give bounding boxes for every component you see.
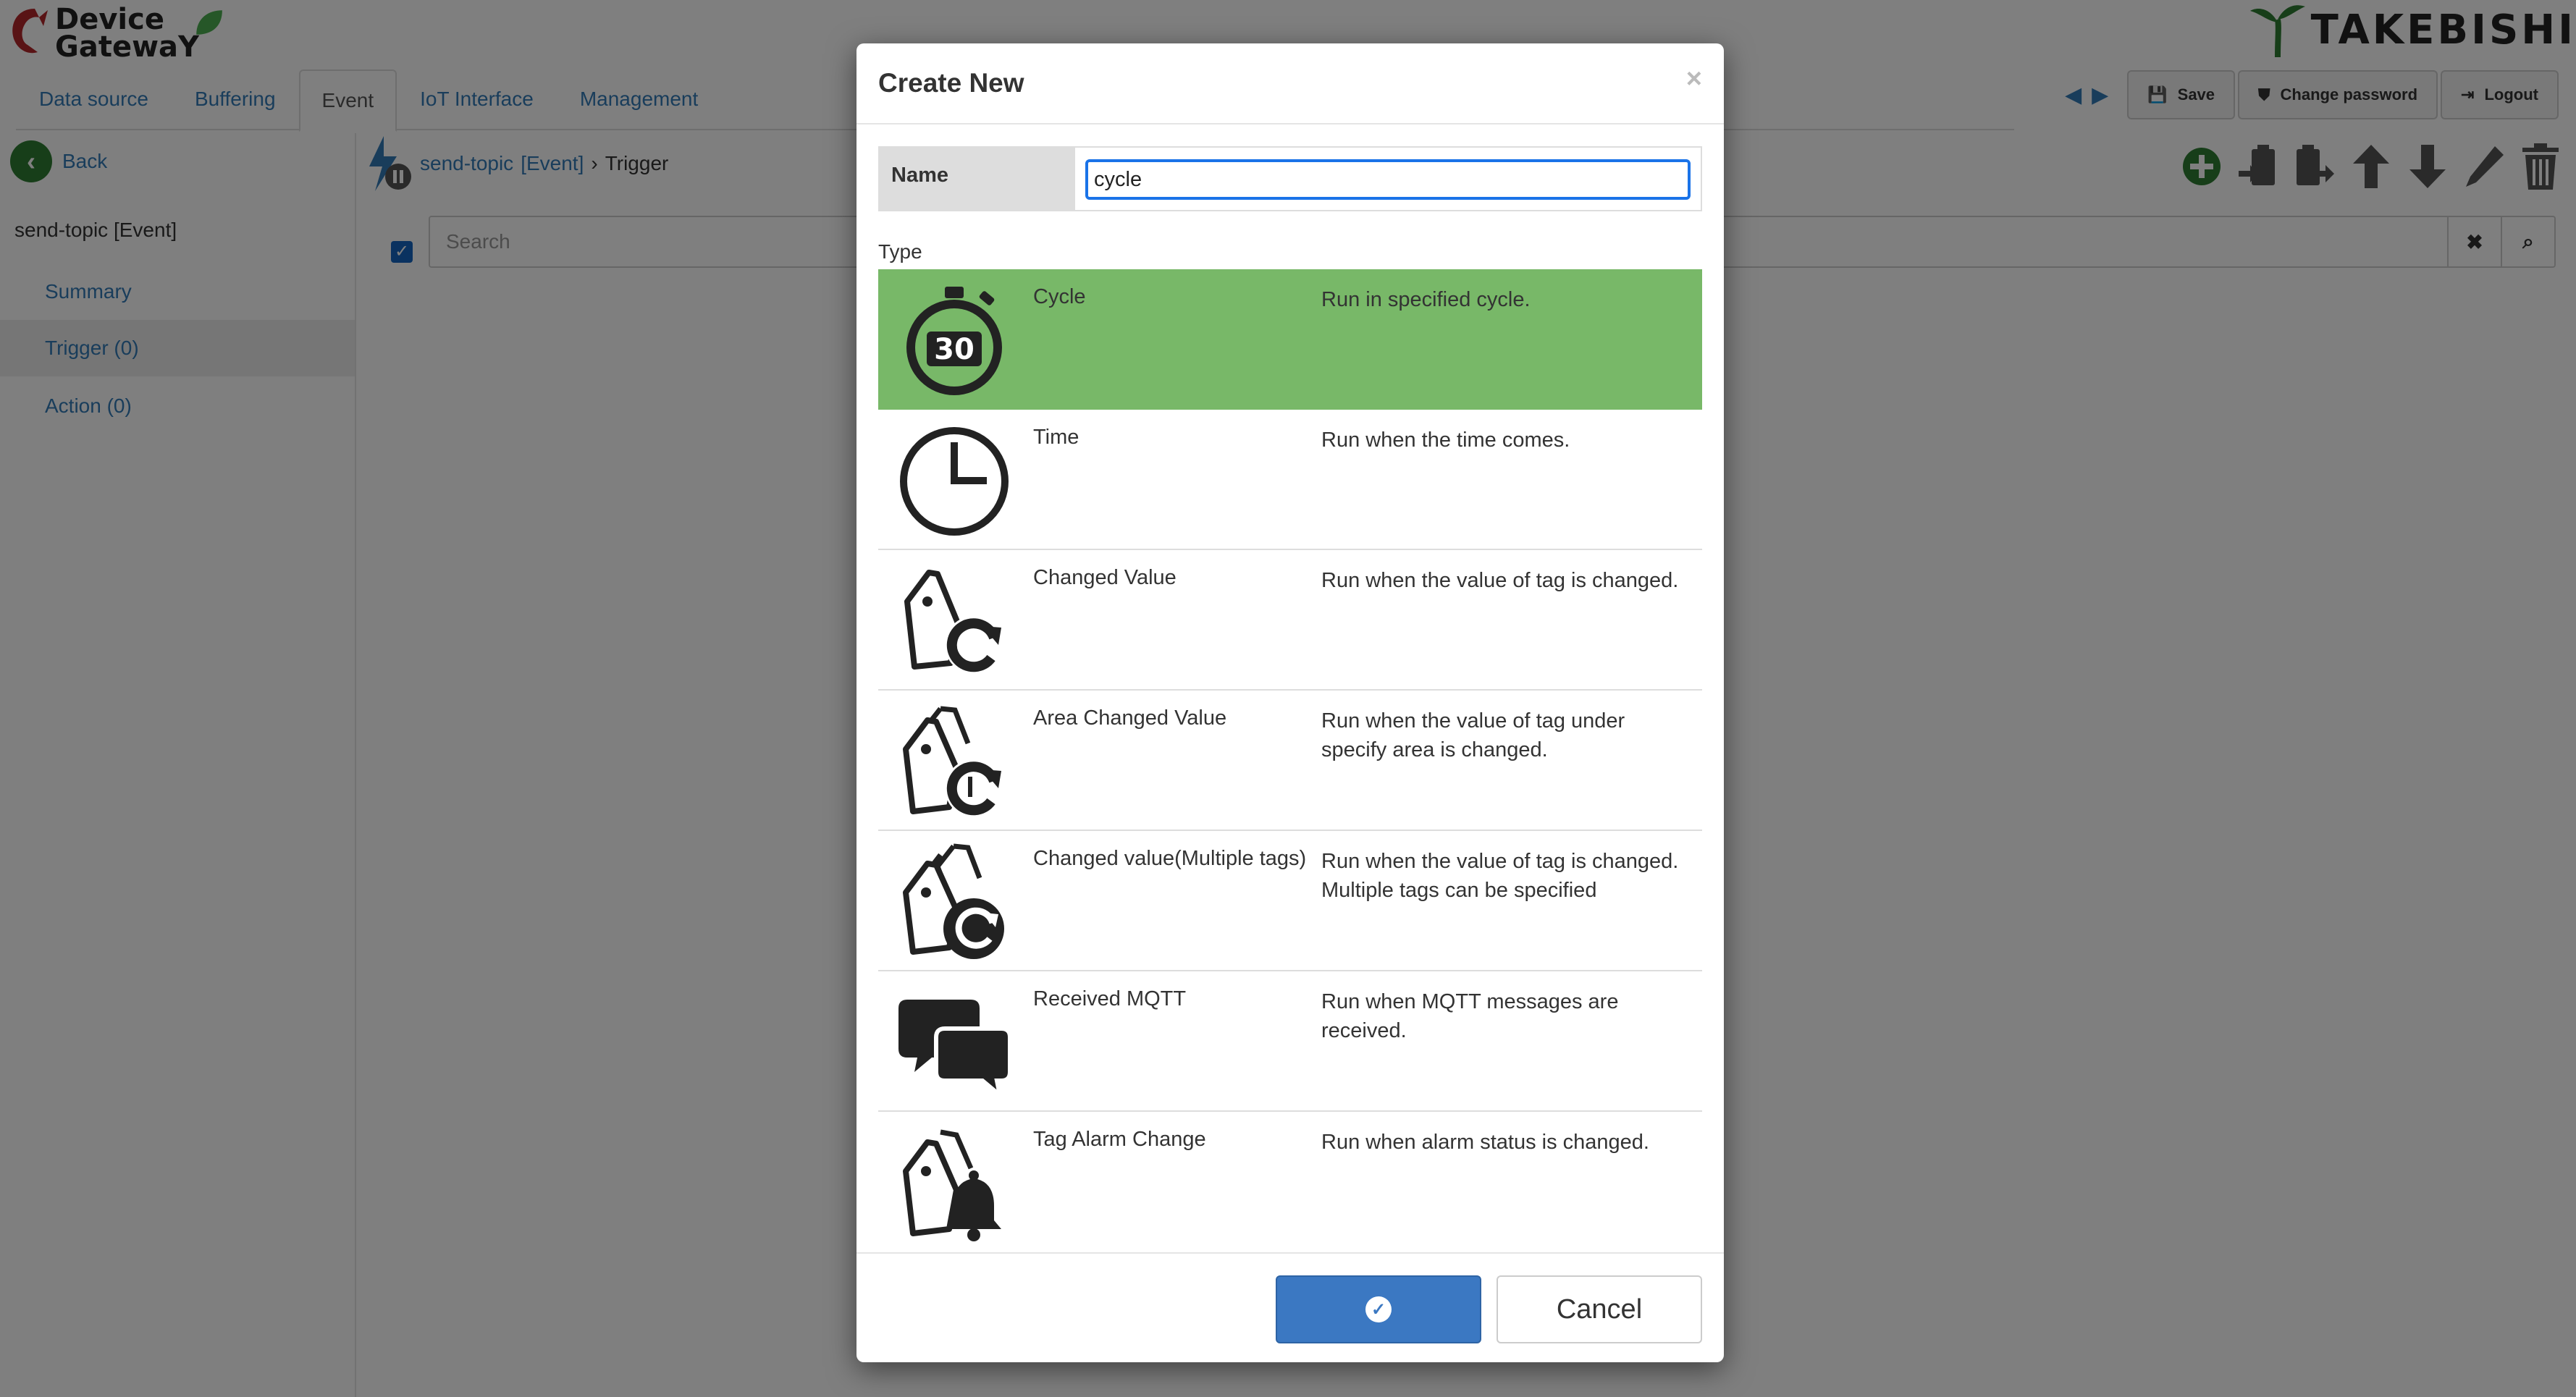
chat-bubbles-icon: [898, 1000, 1012, 1101]
type-item-cycle[interactable]: 30 Cycle Run in specified cycle.: [878, 269, 1702, 410]
stopwatch-number: 30: [934, 333, 975, 366]
type-name: Cycle: [1033, 285, 1086, 308]
cancel-button[interactable]: Cancel: [1497, 1275, 1702, 1343]
type-name: Time: [1033, 426, 1079, 449]
check-circle-icon: ✓: [1365, 1296, 1392, 1322]
tags-area-refresh-icon: [903, 706, 1003, 817]
type-description: Run when the time comes.: [1321, 429, 1570, 452]
type-name: Changed value(Multiple tags): [1033, 847, 1307, 870]
type-description: Run when the value of tag under specify …: [1321, 709, 1625, 761]
type-description: Run when the value of tag is changed. Mu…: [1321, 850, 1679, 902]
type-item-tag-alarm-change[interactable]: Tag Alarm Change Run when alarm status i…: [878, 1112, 1702, 1252]
type-description: Run when alarm status is changed.: [1321, 1131, 1649, 1154]
type-name: Received MQTT: [1033, 987, 1187, 1010]
type-description: Run in specified cycle.: [1321, 288, 1531, 311]
name-label: Name: [880, 148, 1075, 210]
create-new-dialog: Create New × Name Type 30 Cycle Run in s…: [856, 43, 1724, 1362]
close-icon[interactable]: ×: [1686, 64, 1702, 95]
dialog-header: Create New ×: [856, 43, 1724, 124]
type-list: 30 Cycle Run in specified cycle. Time Ru…: [878, 269, 1702, 1252]
type-description: Run when the value of tag is changed.: [1321, 569, 1679, 592]
type-label: Type: [878, 240, 922, 263]
type-name: Tag Alarm Change: [1033, 1128, 1206, 1151]
ok-button[interactable]: ✓: [1276, 1275, 1481, 1343]
type-item-time[interactable]: Time Run when the time comes.: [878, 410, 1702, 550]
clock-icon: [900, 427, 1009, 536]
type-description: Run when MQTT messages are received.: [1321, 990, 1619, 1042]
tag-refresh-icon: [904, 570, 1003, 674]
type-item-area-changed-value[interactable]: Area Changed Value Run when the value of…: [878, 691, 1702, 831]
dialog-title: Create New: [878, 68, 1024, 98]
type-item-changed-value-multiple-tags[interactable]: Changed value(Multiple tags) Run when th…: [878, 831, 1702, 971]
multi-tags-refresh-icon: [903, 843, 1004, 959]
type-name: Area Changed Value: [1033, 706, 1227, 730]
name-row: Name: [878, 146, 1702, 211]
dialog-footer: ✓ Cancel: [856, 1252, 1724, 1362]
type-item-received-mqtt[interactable]: Received MQTT Run when MQTT messages are…: [878, 971, 1702, 1112]
type-item-changed-value[interactable]: Changed Value Run when the value of tag …: [878, 550, 1702, 691]
tag-bell-icon: [903, 1129, 1001, 1241]
type-name: Changed Value: [1033, 566, 1177, 589]
stopwatch-30-icon: 30: [906, 287, 1002, 395]
name-input[interactable]: [1085, 159, 1691, 200]
